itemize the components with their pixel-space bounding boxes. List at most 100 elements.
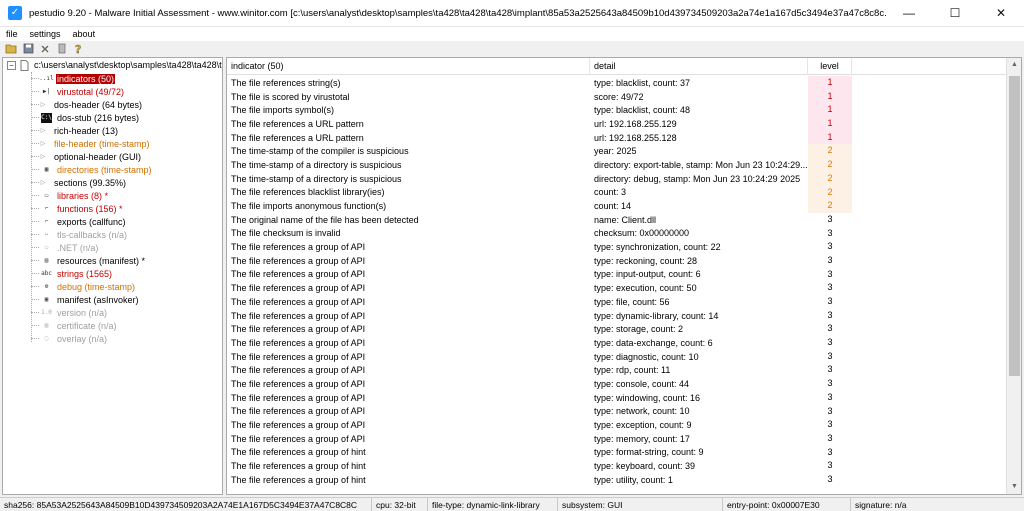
collapse-icon[interactable]: −	[7, 60, 16, 70]
table-row[interactable]: The file references a URL pattern url: 19…	[227, 117, 1007, 131]
close-button[interactable]: ✕	[978, 0, 1024, 27]
table-row[interactable]: The file references a group of API type: …	[227, 377, 1007, 391]
tree-item[interactable]: ▶| virustotal (49/72)	[31, 85, 125, 98]
tree-connector	[31, 182, 39, 183]
open-icon[interactable]	[4, 42, 18, 55]
table-row[interactable]: The file references a group of API type: …	[227, 254, 1007, 268]
detail-cell: type: data-exchange, count: 6	[594, 337, 713, 348]
dos-stub-icon: C:\	[41, 112, 52, 123]
save-icon[interactable]	[21, 42, 35, 55]
table-row[interactable]: The time-stamp of the compiler is suspic…	[227, 144, 1007, 159]
expand-arrow-icon[interactable]: ▷	[39, 153, 47, 160]
table-row[interactable]: The file references a group of API type: …	[227, 336, 1007, 350]
detail-cell: type: memory, count: 17	[594, 433, 690, 444]
table-row[interactable]: The file references a group of hint type:…	[227, 446, 1007, 460]
detail-cell: type: console, count: 44	[594, 378, 690, 389]
tree-item[interactable]: ▷ rich-header (13)	[31, 124, 119, 137]
tree-item[interactable]: ▷ file-header (time-stamp)	[31, 137, 151, 150]
maximize-button[interactable]: ☐	[932, 0, 978, 27]
tree-item[interactable]: ▤ certificate (n/a)	[31, 319, 118, 332]
indicator-cell: The time-stamp of the compiler is suspic…	[231, 146, 409, 157]
expand-arrow-icon[interactable]: ▷	[39, 140, 47, 147]
delete-icon[interactable]	[38, 42, 52, 55]
expand-arrow-icon[interactable]: ▷	[39, 101, 47, 108]
tree-item[interactable]: ▦ directories (time-stamp)	[31, 163, 153, 176]
indicator-cell: The file references a group of API	[231, 433, 366, 444]
menu-file[interactable]: file	[0, 29, 24, 39]
tree-item[interactable]: ▣ manifest (asInvoker)	[31, 293, 140, 306]
table-row[interactable]: The file references a group of API type: …	[227, 295, 1007, 309]
table-row[interactable]: The file references a URL pattern url: 19…	[227, 130, 1007, 145]
table-row[interactable]: The time-stamp of a directory is suspici…	[227, 171, 1007, 186]
level-cell: 3	[827, 268, 833, 279]
tree-item[interactable]: ▢ overlay (n/a)	[31, 332, 108, 345]
tree-item[interactable]: ▭ .NET (n/a)	[31, 241, 99, 254]
tree-item[interactable]: ▷ optional-header (GUI)	[31, 150, 142, 163]
indicator-cell: The original name of the file has been d…	[231, 214, 419, 225]
menu-about[interactable]: about	[67, 29, 102, 39]
overlay-icon: ▢	[44, 335, 49, 342]
tree-item[interactable]: ▤ resources (manifest) *	[31, 254, 146, 267]
table-row[interactable]: The file references a group of API type: …	[227, 405, 1007, 419]
tree-item[interactable]: ⚙ debug (time-stamp)	[31, 280, 136, 293]
table-row[interactable]: The file references a group of API type: …	[227, 418, 1007, 432]
indicator-cell: The file references a group of hint	[231, 447, 366, 458]
table-row[interactable]: The file checksum is invalid checksum: 0x…	[227, 227, 1007, 241]
level-cell: 3	[827, 350, 833, 361]
scrollbar-thumb[interactable]	[1009, 76, 1020, 376]
column-header-detail[interactable]: detail	[590, 58, 808, 75]
indicator-cell: The file references a group of API	[231, 378, 366, 389]
tree-item[interactable]: ▭ libraries (8) *	[31, 189, 109, 202]
table-row[interactable]: The file references a group of API type: …	[227, 322, 1007, 336]
table-row[interactable]: The file references a group of hint type:…	[227, 473, 1007, 487]
tree-item[interactable]: abc strings (1565)	[31, 267, 113, 280]
table-row[interactable]: The file is scored by virustotal score: 4…	[227, 89, 1007, 104]
level-cell: 2	[808, 185, 852, 200]
tree-item[interactable]: ▷ sections (99.35%)	[31, 176, 127, 189]
table-row[interactable]: The file references a group of API type: …	[227, 391, 1007, 405]
column-header-indicator[interactable]: indicator (50)	[227, 58, 590, 75]
detail-cell: type: input-output, count: 6	[594, 269, 701, 280]
scroll-up-icon[interactable]: ▲	[1007, 58, 1021, 72]
indicators-table[interactable]: indicator (50) detail level The file ref…	[226, 57, 1022, 495]
level-cell: 3	[827, 227, 833, 238]
tree-item[interactable]: ⌐ functions (156) *	[31, 202, 124, 215]
tree-panel[interactable]: − c:\users\analyst\desktop\samples\ta428…	[2, 57, 223, 495]
level-cell: 3	[827, 254, 833, 265]
table-row[interactable]: The time-stamp of a directory is suspici…	[227, 158, 1007, 172]
copy-icon[interactable]	[55, 42, 69, 55]
menu-settings[interactable]: settings	[24, 29, 67, 39]
column-header-level[interactable]: level	[808, 58, 852, 75]
table-row[interactable]: The file references string(s) type: black…	[227, 76, 1007, 90]
table-row[interactable]: The file references a group of API type: …	[227, 240, 1007, 254]
table-row[interactable]: The file references blacklist library(ie…	[227, 185, 1007, 200]
table-row[interactable]: The file references a group of API type: …	[227, 363, 1007, 377]
table-row[interactable]: The file references a group of API type: …	[227, 350, 1007, 364]
vertical-scrollbar[interactable]: ▲ ▼	[1006, 58, 1021, 494]
table-row[interactable]: The file references a group of API type: …	[227, 268, 1007, 282]
minimize-button[interactable]: —	[886, 0, 932, 27]
tree-item[interactable]: ⌐ exports (callfunc)	[31, 215, 127, 228]
table-row[interactable]: The file references a group of API type: …	[227, 432, 1007, 446]
indicator-cell: The file references a group of API	[231, 296, 366, 307]
detail-cell: type: reckoning, count: 28	[594, 255, 698, 266]
table-row[interactable]: The file imports symbol(s) type: blacklis…	[227, 103, 1007, 118]
table-row[interactable]: The file imports anonymous function(s) co…	[227, 199, 1007, 213]
help-icon[interactable]: ?	[72, 42, 86, 55]
tree-item-label: functions (156) *	[57, 203, 123, 214]
tree-item[interactable]: ↔ tls-callbacks (n/a)	[31, 228, 128, 241]
expand-arrow-icon[interactable]: ▷	[39, 127, 47, 134]
table-row[interactable]: The file references a group of API type: …	[227, 281, 1007, 295]
tree-item[interactable]: C:\ dos-stub (216 bytes)	[31, 111, 140, 124]
table-row[interactable]: The file references a group of API type: …	[227, 309, 1007, 323]
tree-item[interactable]: ▷ dos-header (64 bytes)	[31, 98, 143, 111]
scroll-down-icon[interactable]: ▼	[1007, 480, 1021, 494]
table-row[interactable]: The file references a group of hint type:…	[227, 459, 1007, 473]
tree-item[interactable]: ..ıl indicators (50)	[31, 72, 116, 85]
table-row[interactable]: The original name of the file has been d…	[227, 213, 1007, 227]
tree-root-node[interactable]: − c:\users\analyst\desktop\samples\ta428…	[7, 59, 222, 71]
indicator-cell: The file references a group of API	[231, 283, 366, 294]
expand-arrow-icon[interactable]: ▷	[39, 179, 47, 186]
tree-connector	[31, 221, 39, 222]
tree-item[interactable]: 1.0 version (n/a)	[31, 306, 108, 319]
